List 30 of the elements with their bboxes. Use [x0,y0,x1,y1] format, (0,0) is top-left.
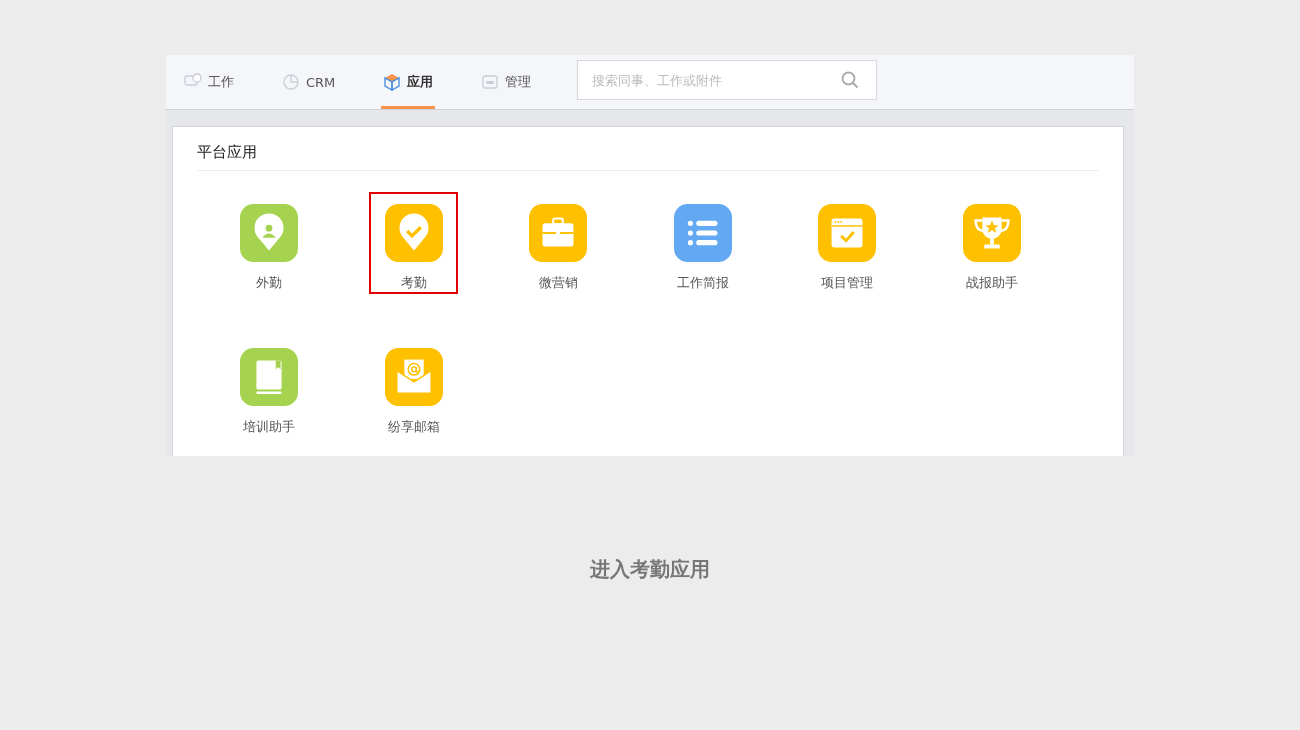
app-label: 外勤 [256,274,283,292]
search-field[interactable]: 搜索同事、工作或附件 [577,60,878,100]
tab-label: 管理 [505,73,532,91]
nav-tab[interactable]: 工作 [182,55,236,109]
card-icon [481,73,500,91]
app-item[interactable]: 培训助手 [224,336,314,438]
tab-label: CRM [306,74,336,90]
app-item[interactable]: 纷享邮箱 [369,336,459,438]
app-item[interactable]: 考勤 [369,192,459,294]
app-label: 纷享邮箱 [387,418,440,436]
app-label: 微营销 [538,274,578,292]
pie-icon [282,73,300,91]
nav-tab[interactable]: CRM [280,55,338,109]
app-item[interactable]: 外勤 [224,192,314,294]
tab-label: 应用 [407,73,434,91]
search-icon[interactable] [841,71,860,89]
app-label: 项目管理 [821,274,874,292]
app-item[interactable]: 战报助手 [947,192,1037,294]
app-label: 考勤 [400,274,427,292]
cube-icon [383,73,402,91]
caption: 进入考勤应用 [590,556,710,583]
app-item[interactable]: 项目管理 [802,192,892,294]
app-item[interactable]: 工作简报 [658,192,748,294]
section-title: 平台应用 [197,127,1099,171]
nav-tab[interactable]: 管理 [479,55,534,109]
app-label: 战报助手 [965,274,1018,292]
tab-label: 工作 [208,73,234,91]
app-label: 培训助手 [243,418,296,436]
app-label: 工作简报 [676,274,729,292]
app-item[interactable]: 微营销 [513,192,603,294]
